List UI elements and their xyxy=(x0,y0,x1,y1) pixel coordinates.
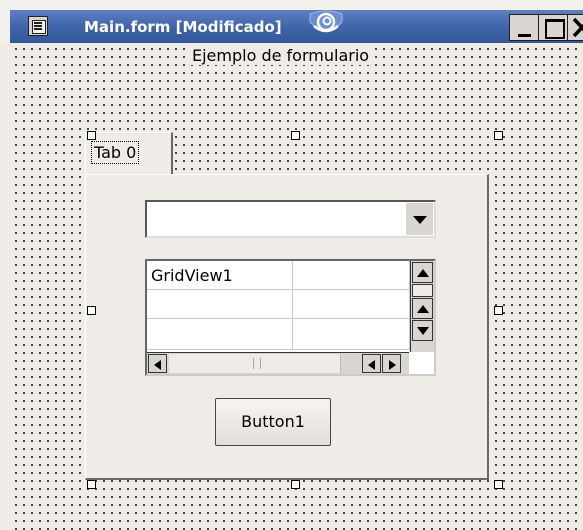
horizontal-scrollbar[interactable] xyxy=(147,352,409,374)
tab-0[interactable]: Tab 0 xyxy=(85,132,173,174)
grid-cell[interactable]: GridView1 xyxy=(147,261,293,290)
scroll-thumb[interactable] xyxy=(412,284,433,297)
form-label[interactable]: Ejemplo de formulario xyxy=(190,46,372,65)
scroll-thumb[interactable] xyxy=(169,354,341,373)
resize-handle-bottom-left[interactable] xyxy=(87,480,96,489)
resize-handle-bottom[interactable] xyxy=(291,480,300,489)
close-button[interactable] xyxy=(567,14,583,41)
scroll-left-arrow-icon[interactable] xyxy=(148,354,167,373)
close-icon xyxy=(572,17,583,38)
grid-cell[interactable] xyxy=(147,290,293,319)
resize-handle-top-right[interactable] xyxy=(494,131,503,140)
window-title: Main.form [Modificado] xyxy=(84,18,282,36)
resize-handle-top-left[interactable] xyxy=(87,131,96,140)
tab-0-label: Tab 0 xyxy=(91,141,140,164)
window-menu-icon[interactable] xyxy=(28,16,48,36)
chevron-down-icon[interactable] xyxy=(405,203,433,235)
resize-handle-left[interactable] xyxy=(87,306,96,315)
grid-cell-text: GridView1 xyxy=(151,266,233,285)
grid-view[interactable]: GridView1 xyxy=(145,259,436,376)
scroll-right-arrow-icon[interactable] xyxy=(382,354,401,373)
swirl-logo-icon xyxy=(309,10,343,33)
grid-cell[interactable] xyxy=(293,319,410,350)
grid-cell[interactable] xyxy=(293,261,410,290)
title-bar-background: Main.form [Modificado] xyxy=(10,10,583,43)
combo-box[interactable] xyxy=(145,200,436,238)
tab-strip[interactable]: Tab 0 xyxy=(85,132,489,174)
scroll-left-arrow-icon[interactable] xyxy=(362,354,381,373)
grid-cell[interactable] xyxy=(147,319,293,350)
vertical-scrollbar[interactable] xyxy=(410,261,434,352)
maximize-button[interactable] xyxy=(538,14,568,41)
scroll-down-arrow-icon[interactable] xyxy=(412,320,433,341)
button-1[interactable]: Button1 xyxy=(215,398,331,446)
resize-handle-top[interactable] xyxy=(291,131,300,140)
resize-handle-right[interactable] xyxy=(494,306,503,315)
title-bar[interactable]: Main.form [Modificado] xyxy=(0,0,583,43)
minimize-button[interactable] xyxy=(509,14,539,41)
scroll-up-arrow-icon[interactable] xyxy=(412,298,433,319)
scroll-up-arrow-icon[interactable] xyxy=(412,262,433,283)
grid-cell[interactable] xyxy=(293,290,410,319)
resize-handle-bottom-right[interactable] xyxy=(494,480,503,489)
